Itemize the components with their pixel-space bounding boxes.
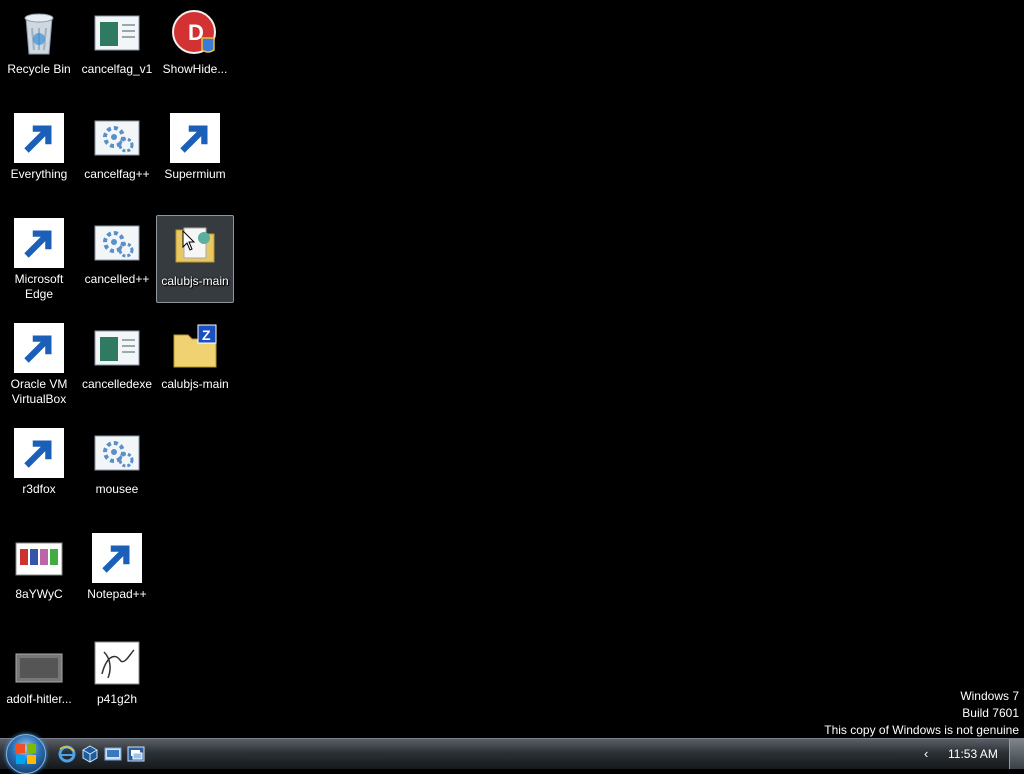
- showhide-icon: D: [170, 8, 220, 58]
- svg-text:Z: Z: [202, 327, 211, 343]
- shortcut-arrow-icon: [14, 323, 64, 373]
- application-window-icon: [92, 8, 142, 58]
- show-hidden-icons-button[interactable]: ‹: [924, 746, 928, 761]
- shortcut-arrow-icon: [14, 218, 64, 268]
- icon-label: mousee: [95, 482, 139, 496]
- mouse-cursor-icon: [182, 230, 196, 251]
- r3dfox-icon: [14, 428, 64, 478]
- start-button[interactable]: [6, 734, 46, 774]
- settings-gear-icon: [92, 113, 142, 163]
- icon-label: Microsoft Edge: [14, 272, 64, 301]
- watermark-os-name: Windows 7: [960, 689, 1019, 703]
- notepad-plusplus-icon: [92, 533, 142, 583]
- icon-label: calubjs-main: [161, 274, 229, 288]
- desktop-icon-mousee[interactable]: mousee: [78, 424, 156, 512]
- desktop-icon-showhide[interactable]: D ShowHide...: [156, 4, 234, 92]
- icon-label: ShowHide...: [162, 62, 228, 76]
- settings-gear-icon: [92, 218, 142, 268]
- icon-label: adolf-hitler...: [6, 692, 72, 706]
- quicklaunch-show-desktop-icon[interactable]: [104, 745, 122, 763]
- shortcut-arrow-icon: [92, 533, 142, 583]
- recycle-bin-icon: [14, 8, 64, 58]
- icon-label: cancelled++: [84, 272, 150, 286]
- virtualbox-icon: [14, 323, 64, 373]
- desktop-icon-recycle-bin[interactable]: Recycle Bin: [0, 4, 78, 92]
- icon-label: Notepad++: [87, 587, 147, 601]
- taskbar: ‹ 11:53 AM: [0, 734, 1024, 774]
- settings-gear-icon: [92, 428, 142, 478]
- desktop-icon-p41g2h[interactable]: p41g2h: [78, 634, 156, 722]
- taskbar-clock[interactable]: 11:53 AM: [948, 747, 998, 761]
- desktop-icon-microsoft-edge[interactable]: Microsoft Edge: [0, 214, 78, 302]
- desktop-icon-cancelfag-v1[interactable]: cancelfag_v1: [78, 4, 156, 92]
- image-thumbnail-icon: [14, 533, 64, 583]
- icon-label: Everything: [10, 167, 68, 181]
- icon-label: Oracle VM VirtualBox: [10, 377, 68, 406]
- windows-logo-icon: [16, 744, 36, 764]
- windows-watermark: Windows 7 Build 7601 This copy of Window…: [824, 688, 1019, 739]
- shortcut-arrow-icon: [14, 113, 64, 163]
- desktop-icon-r3dfox[interactable]: r3dfox: [0, 424, 78, 512]
- desktop-icon-cancelled-plusplus[interactable]: cancelled++: [78, 214, 156, 302]
- desktop-icon-notepad-plusplus[interactable]: Notepad++: [78, 529, 156, 617]
- icon-label: cancelfag_v1: [81, 62, 153, 76]
- icon-label: Supermium: [164, 167, 226, 181]
- desktop-icon-adolf-hitler[interactable]: adolf-hitler...: [0, 634, 78, 722]
- desktop-icon-everything[interactable]: Everything: [0, 109, 78, 197]
- icon-label: p41g2h: [96, 692, 138, 706]
- icon-label: Recycle Bin: [7, 62, 71, 76]
- desktop-icon-8aywyc[interactable]: 8aYWyC: [0, 529, 78, 617]
- desktop-icon-calubjs-main-zip[interactable]: Z calubjs-main: [156, 319, 234, 407]
- application-window-icon: [92, 323, 142, 373]
- icon-label: 8aYWyC: [15, 587, 63, 601]
- quicklaunch-ie-icon[interactable]: [58, 745, 76, 763]
- shortcut-arrow-icon: [14, 428, 64, 478]
- desktop: Recycle Bin Everything Microsoft Edge Or…: [0, 0, 1024, 738]
- watermark-build: Build 7601: [962, 706, 1019, 720]
- icon-label: calubjs-main: [161, 377, 229, 391]
- image-thumbnail-icon: [92, 638, 142, 688]
- quicklaunch-virtualbox-icon[interactable]: [81, 745, 99, 763]
- icon-label: cancelledexe: [81, 377, 153, 391]
- watermark-genuine-notice: This copy of Windows is not genuine: [824, 723, 1019, 737]
- show-desktop-button[interactable]: [1009, 739, 1024, 769]
- desktop-icon-cancelfag-plusplus[interactable]: cancelfag++: [78, 109, 156, 197]
- icon-label: r3dfox: [22, 482, 56, 496]
- quicklaunch-switch-windows-icon[interactable]: [127, 745, 145, 763]
- desktop-icon-supermium[interactable]: Supermium: [156, 109, 234, 197]
- desktop-icon-cancelledexe[interactable]: cancelledexe: [78, 319, 156, 407]
- zip-folder-icon: Z: [170, 323, 220, 373]
- desktop-icon-calubjs-main-folder[interactable]: calubjs-main: [156, 215, 234, 303]
- shortcut-arrow-icon: [170, 113, 220, 163]
- image-thumbnail-icon: [14, 638, 64, 688]
- everything-icon: [14, 113, 64, 163]
- supermium-icon: [170, 113, 220, 163]
- icon-label: cancelfag++: [84, 167, 150, 181]
- edge-icon: [14, 218, 64, 268]
- desktop-icon-oracle-vm-virtualbox[interactable]: Oracle VM VirtualBox: [0, 319, 78, 407]
